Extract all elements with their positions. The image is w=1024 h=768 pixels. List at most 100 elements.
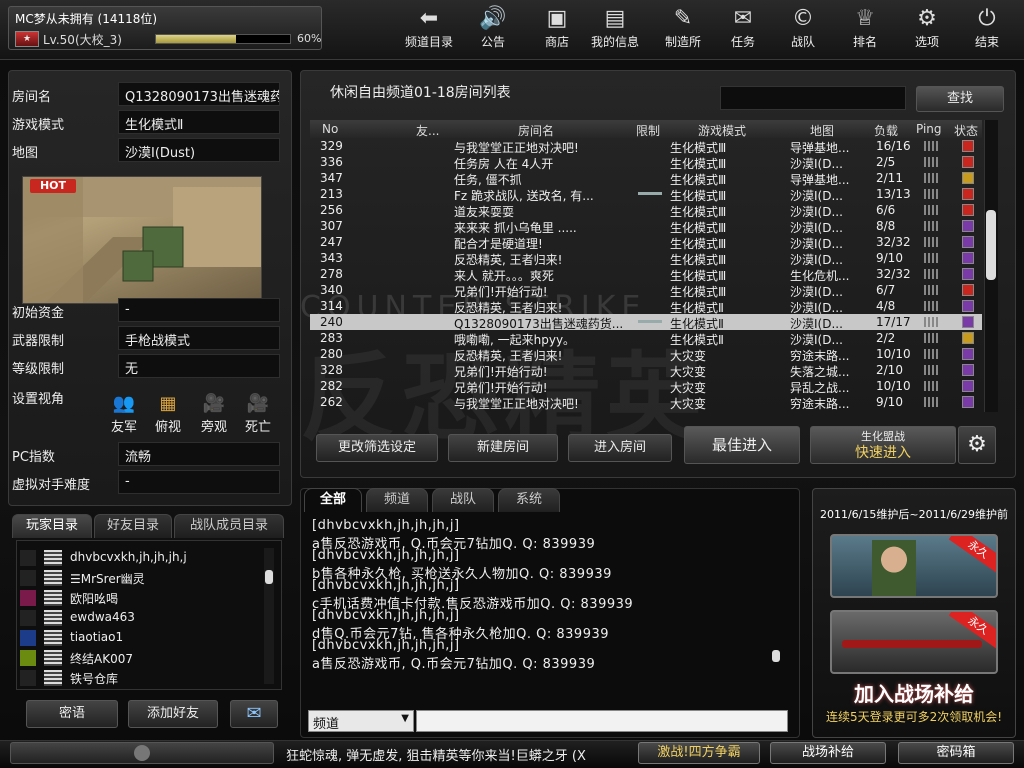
column-header[interactable]: No xyxy=(322,122,338,136)
topnav-gear[interactable]: ⚙ 选项 xyxy=(898,4,956,56)
column-header[interactable]: Ping xyxy=(916,122,942,136)
topnav-back-arrow[interactable]: ⬅ 频道目录 xyxy=(400,4,458,56)
tab-friend-list[interactable]: 好友目录 xyxy=(94,514,172,538)
status-purple-icon xyxy=(962,268,974,280)
list-item[interactable]: tiaotiao1 xyxy=(16,628,264,648)
list-item[interactable]: 终结AK007 xyxy=(16,648,264,668)
tab-clan-list[interactable]: 战队成员目录 xyxy=(174,514,284,538)
topnav-task[interactable]: ✉ 任务 xyxy=(714,4,772,56)
view-label: 设置视角 xyxy=(12,392,65,407)
coin-icon xyxy=(134,744,150,761)
table-row[interactable]: 307 来来来 抓小乌龟里 ..... 生化模式Ⅲ 沙漠Ⅰ(D... 8/8 xyxy=(310,218,982,235)
gear-icon[interactable]: ⚙ xyxy=(958,426,996,464)
room-load: 13/13 xyxy=(876,187,911,201)
tab-player-list[interactable]: 玩家目录 xyxy=(12,514,92,538)
view-option[interactable]: 🎥 死亡 xyxy=(238,392,278,435)
mail-icon[interactable]: ✉ xyxy=(230,700,278,728)
table-row[interactable]: 280 反恐精英, 王者归来! 大灾变 穷途末路... 10/10 xyxy=(310,346,982,363)
table-row[interactable]: 256 道友来耍耍 生化模式Ⅲ 沙漠Ⅰ(D... 6/6 xyxy=(310,202,982,219)
create-room-button[interactable]: 新建房间 xyxy=(448,434,558,462)
table-row[interactable]: 282 兄弟们!开始行动! 大灾变 异乱之战... 10/10 xyxy=(310,378,982,395)
speaker-icon: 🔊 xyxy=(479,6,507,31)
filter-settings-button[interactable]: 更改筛选设定 xyxy=(316,434,438,462)
room-list-scroll-thumb[interactable] xyxy=(986,210,996,280)
ping-signal-icon xyxy=(924,269,940,279)
list-item[interactable]: dhvbcvxkh,jh,jh,jh,j xyxy=(16,548,264,568)
search-input[interactable] xyxy=(720,86,906,110)
promo-subtitle: 连续5天登录更可多2次领取机会! xyxy=(825,710,1003,724)
room-load: 6/6 xyxy=(876,203,896,217)
topnav-shop[interactable]: ▣ 商店 xyxy=(528,4,586,56)
password-box-button[interactable]: 密码箱 xyxy=(898,742,1014,764)
status-purple-icon xyxy=(962,220,974,232)
player-name: tiaotiao1 xyxy=(70,630,124,644)
table-row[interactable]: 262 与我堂堂正正地对决吧! 大灾变 穷途末路... 9/10 xyxy=(310,394,982,411)
table-row[interactable]: 247 配合才是硬道理! 生化模式Ⅲ 沙漠Ⅰ(D... 32/32 xyxy=(310,234,982,251)
chat-input[interactable] xyxy=(416,710,788,732)
topnav-id-card[interactable]: ▤ 我的信息 xyxy=(586,4,644,56)
table-row[interactable]: 328 兄弟们!开始行动! 大灾变 失落之城... 2/10 xyxy=(310,362,982,379)
table-row[interactable]: 314 反恐精英, 王者归来! 生化模式Ⅱ 沙漠Ⅰ(D... 4/8 xyxy=(310,298,982,315)
quick-enter-button[interactable]: 生化盟战 快速进入 xyxy=(810,426,956,464)
topnav-clan[interactable]: © 战队 xyxy=(774,4,832,56)
topnav-speaker[interactable]: 🔊 公告 xyxy=(464,4,522,56)
whisper-button[interactable]: 密语 xyxy=(26,700,118,728)
chat-line: [dhvbcvxkh,jh,jh,jh,j] xyxy=(312,608,460,623)
column-header[interactable]: 限制 xyxy=(636,122,660,139)
rifle-art xyxy=(842,640,982,648)
column-header[interactable]: 地图 xyxy=(810,122,834,139)
player-list-scroll-thumb[interactable] xyxy=(265,570,273,584)
topnav-gun[interactable]: ✎ 制造所 xyxy=(654,4,712,56)
topnav-trophy[interactable]: ♕ 排名 xyxy=(836,4,894,56)
status-red-icon xyxy=(962,204,974,216)
chat-tab-clan[interactable]: 战队 xyxy=(432,488,494,512)
list-item[interactable]: 铁号仓库 xyxy=(16,668,264,688)
list-item[interactable]: ewdwa463 xyxy=(16,608,264,628)
table-row[interactable]: 340 兄弟们!开始行动! 生化模式Ⅲ 沙漠Ⅰ(D... 6/7 xyxy=(310,282,982,299)
topnav-power[interactable]: ⏻ 结束 xyxy=(958,4,1016,56)
player-name: ☰MrSrer幽灵 xyxy=(70,572,145,586)
column-header[interactable]: 游戏模式 xyxy=(698,122,746,139)
add-friend-button[interactable]: 添加好友 xyxy=(128,700,218,728)
enter-room-button[interactable]: 进入房间 xyxy=(568,434,672,462)
room-load: 2/2 xyxy=(876,331,896,345)
pc-row: PC指数 流畅 xyxy=(8,442,280,466)
table-row[interactable]: 283 哦嘞嘞, 一起来hpyy。 生化模式Ⅱ 沙漠Ⅰ(D... 2/2 xyxy=(310,330,982,347)
chat-line: a售反恐游戏币, Q.币会元7钻加Q. Q: 839939 xyxy=(312,657,596,672)
table-row[interactable]: 213 Fz 跪求战队, 送改名, 有... 生化模式Ⅲ 沙漠Ⅰ(D... 13/13 xyxy=(310,186,982,203)
list-item[interactable]: ☰MrSrer幽灵 xyxy=(16,568,264,588)
table-row[interactable]: 240 Q1328090173出售迷魂药货... 生化模式Ⅱ 沙漠Ⅰ(D... 17/1… xyxy=(310,314,982,331)
rank-icon: ★ xyxy=(15,31,39,47)
table-row[interactable]: 343 反恐精英, 王者归来! 生化模式Ⅲ 沙漠Ⅰ(D... 9/10 xyxy=(310,250,982,267)
view-option[interactable]: 🎥 旁观 xyxy=(194,392,234,435)
view-option[interactable]: ▦ 俯视 xyxy=(148,392,188,435)
search-button[interactable]: 查找 xyxy=(916,86,1004,112)
player-list-scrollbar[interactable] xyxy=(264,548,274,684)
room-table-header: No 友... 房间名 限制 游戏模式 地图 负载 Ping 状态 xyxy=(310,120,982,138)
table-row[interactable]: 329 与我堂堂正正地对决吧! 生化模式Ⅲ 导弹基地... 16/16 xyxy=(310,138,982,155)
chat-tab-system[interactable]: 系统 xyxy=(498,488,560,512)
chat-scroll-thumb[interactable] xyxy=(772,650,780,662)
player-emblem-icon xyxy=(20,630,36,646)
bottom-left-button[interactable] xyxy=(10,742,274,764)
column-header[interactable]: 负载 xyxy=(874,122,898,139)
list-item[interactable]: 欧阳吆喝 xyxy=(16,588,264,608)
table-row[interactable]: 278 来人 就开。。。爽死 生化模式Ⅲ 生化危机... 32/32 xyxy=(310,266,982,283)
player-name: 欧阳吆喝 xyxy=(70,592,119,606)
best-enter-button[interactable]: 最佳进入 xyxy=(684,426,800,464)
chat-channel-select[interactable]: 频道 ▼ xyxy=(308,710,414,732)
chat-tab-all[interactable]: 全部 xyxy=(304,488,362,512)
column-header[interactable]: 友... xyxy=(416,122,439,139)
topnav-label: 任务 xyxy=(730,35,755,49)
column-header[interactable]: 房间名 xyxy=(518,122,554,139)
status-red-icon xyxy=(962,188,974,200)
view-option[interactable]: 👥 友军 xyxy=(104,392,144,435)
ai-row: 虚拟对手难度 - xyxy=(8,470,280,494)
supply-button[interactable]: 战场补给 xyxy=(770,742,886,764)
chat-tab-channel[interactable]: 频道 xyxy=(366,488,428,512)
event-button[interactable]: 激战!四方争霸 xyxy=(638,742,760,764)
room-number: 329 xyxy=(320,139,343,153)
table-row[interactable]: 336 任务房 人在 4人开 生化模式Ⅲ 沙漠Ⅰ(D... 2/5 xyxy=(310,154,982,171)
table-row[interactable]: 347 任务, 僵不抓 生化模式Ⅲ 导弹基地... 2/11 xyxy=(310,170,982,187)
column-header[interactable]: 状态 xyxy=(954,122,978,139)
